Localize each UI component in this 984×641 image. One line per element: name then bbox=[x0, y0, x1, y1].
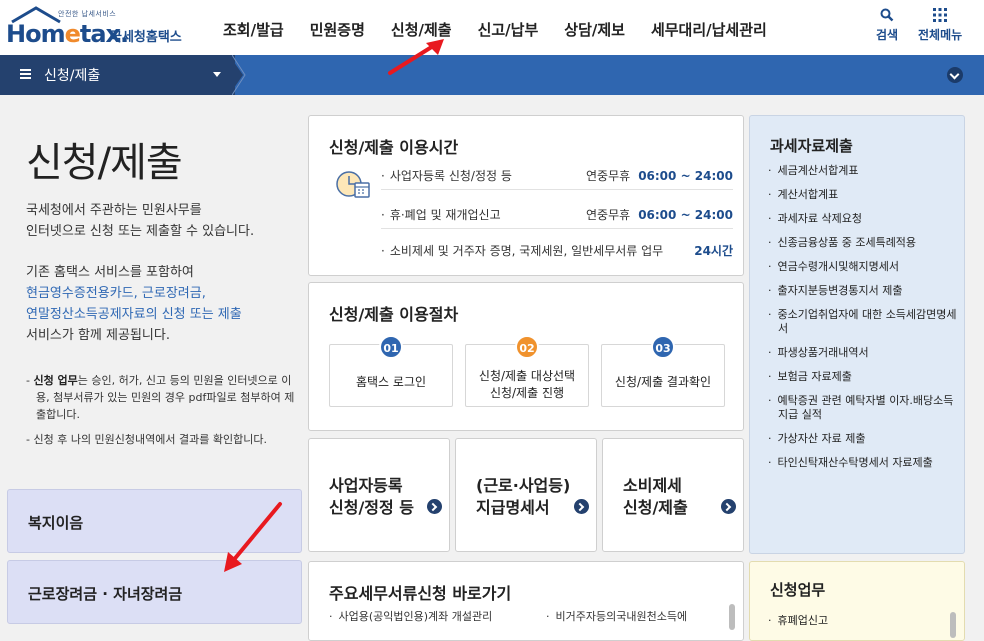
process-step-login: 01 홈택스 로그인 bbox=[329, 335, 453, 407]
list-item[interactable]: 예탁증권 관련 예탁자별 이자.배당소득 지급 실적 bbox=[768, 394, 960, 422]
services-link-line[interactable]: 현금영수증전용카드, 근로장려금, bbox=[26, 283, 242, 304]
hours-value: 24시간 bbox=[694, 244, 733, 258]
intro-line: 인터넷으로 신청 또는 제출할 수 있습니다. bbox=[26, 224, 255, 239]
hours-value: 연중무휴 06:00 ~ 24:00 bbox=[586, 169, 733, 183]
quick-links-scrollbar[interactable] bbox=[729, 604, 735, 630]
quick-link-item[interactable]: 사업용(공익법인용)계좌 개설관리 bbox=[329, 608, 493, 624]
list-item[interactable]: 가상자산 자료 제출 bbox=[768, 432, 960, 446]
incentive-link-label: 근로장려금 · 자녀장려금 bbox=[28, 585, 183, 603]
service-consumption-tax[interactable]: 소비제세 신청/제출 bbox=[602, 438, 744, 552]
search-button[interactable]: 검색 bbox=[876, 8, 898, 43]
search-icon bbox=[880, 8, 894, 22]
list-item[interactable]: 보험금 자료제출 bbox=[768, 370, 960, 384]
step-number: 01 bbox=[379, 335, 403, 359]
gnb-item-lookup[interactable]: 조회/발급 bbox=[210, 0, 297, 55]
list-item[interactable]: 연금수령개시및해지명세서 bbox=[768, 260, 960, 274]
step-label: 신청/제출 대상선택 신청/제출 진행 bbox=[478, 369, 576, 400]
process-step-result: 03 신청/제출 결과확인 bbox=[601, 335, 725, 407]
list-item[interactable]: 휴폐업신고 bbox=[768, 612, 829, 628]
list-item[interactable]: 과세자료 삭제요청 bbox=[768, 212, 960, 226]
caret-down-icon bbox=[213, 72, 221, 77]
global-nav: 조회/발급 민원증명 신청/제출 신고/납부 상담/제보 세무대리/납세관리 bbox=[210, 0, 780, 55]
expand-nav-button[interactable] bbox=[947, 67, 963, 83]
hours-label: 휴·폐업 및 재개업신고 bbox=[381, 206, 501, 223]
service-business-registration[interactable]: 사업자등록 신청/정정 등 bbox=[308, 438, 450, 552]
red-arrow-annotation bbox=[388, 39, 444, 75]
service-label: 소비제세 신청/제출 bbox=[623, 476, 688, 517]
tax-data-submission-panel: 과세자료제출 세금계산서합계표 계산서합계표 과세자료 삭제요청 신종금융상품 … bbox=[749, 115, 965, 554]
quick-links-title: 주요세무서류신청 바로가기 bbox=[329, 584, 512, 603]
gnb-item-consult[interactable]: 상담/제보 bbox=[551, 0, 638, 55]
usage-process-title: 신청/제출 이용절차 bbox=[329, 305, 459, 324]
clock-calendar-icon bbox=[336, 171, 370, 198]
logo-korean: 국세청홈택스 bbox=[110, 30, 182, 45]
gnb-item-report-pay[interactable]: 신고/납부 bbox=[465, 0, 552, 55]
service-label: 사업자등록 신청/정정 등 bbox=[329, 476, 415, 517]
list-item[interactable]: 세금계산서합계표 bbox=[768, 164, 960, 178]
hours-row: 휴·폐업 및 재개업신고 연중무휴06:00 ~ 24:00 bbox=[381, 196, 733, 229]
page-title: 신청/제출 bbox=[26, 140, 183, 186]
quick-link-item[interactable]: 비거주자등의국내원천소득에 bbox=[546, 608, 688, 624]
intro-paragraph: 국세청에서 주관하는 민원사무를 인터넷으로 신청 또는 제출할 수 있습니다. bbox=[26, 200, 254, 242]
hamburger-icon bbox=[20, 69, 31, 79]
gnb-item-tax-agent[interactable]: 세무대리/납세관리 bbox=[638, 0, 780, 55]
service-label: (근로·사업등) 지급명세서 bbox=[476, 476, 571, 517]
list-item[interactable]: 타인신탁재산수탁명세서 자료제출 bbox=[768, 456, 960, 470]
services-link-line[interactable]: 연말정산소득공제자료의 신청 또는 제출 bbox=[26, 304, 242, 325]
gnb-item-certificates[interactable]: 민원증명 bbox=[297, 0, 378, 55]
list-item[interactable]: 출자지분등변경통지서 제출 bbox=[768, 284, 960, 298]
step-number: 02 bbox=[515, 335, 539, 359]
apply-tasks-title: 신청업무 bbox=[770, 581, 826, 599]
quick-links-card: 주요세무서류신청 바로가기 사업용(공익법인용)계좌 개설관리 비거주자등의국내… bbox=[308, 561, 744, 641]
arrow-right-icon bbox=[574, 499, 589, 514]
arrow-right-icon bbox=[427, 499, 442, 514]
header: 안전한 납세서비스 Hometax. 국세청홈택스 조회/발급 민원증명 신청/… bbox=[0, 0, 984, 55]
usage-process-card: 신청/제출 이용절차 01 홈택스 로그인 02 신청/제출 대상선택 신청/제출… bbox=[308, 282, 744, 431]
grid-menu-icon bbox=[933, 8, 948, 22]
service-payment-statement[interactable]: (근로·사업등) 지급명세서 bbox=[455, 438, 597, 552]
hours-label: 소비제세 및 거주자 증명, 국제세원, 일반세무서류 업무 bbox=[381, 242, 663, 259]
navbar-chevron-outline bbox=[232, 55, 246, 95]
list-item[interactable]: 파생상품거래내역서 bbox=[768, 346, 960, 360]
services-line: 서비스가 함께 제공됩니다. bbox=[26, 328, 170, 343]
section-navbar: 신청/제출 bbox=[0, 55, 984, 95]
note-check-result: - 신청 후 나의 민원신청내역에서 결과를 확인합니다. bbox=[26, 433, 267, 446]
hours-label: 사업자등록 신청/정정 등 bbox=[381, 167, 512, 184]
list-item[interactable]: 계산서합계표 bbox=[768, 188, 960, 202]
all-menu-button[interactable]: 전체메뉴 bbox=[918, 8, 962, 43]
arrow-right-icon bbox=[721, 499, 736, 514]
process-step-select: 02 신청/제출 대상선택 신청/제출 진행 bbox=[465, 335, 589, 407]
red-arrow-annotation bbox=[224, 502, 282, 572]
note-apply-tasks: - 신청 업무는 승인, 허가, 신고 등의 민원을 인터넷으로 이용, 첨부서… bbox=[26, 374, 295, 421]
list-item[interactable]: 신종금융상품 중 조세특례적용 bbox=[768, 236, 960, 250]
step-label: 홈택스 로그인 bbox=[355, 375, 427, 389]
hours-row: 소비제세 및 거주자 증명, 국제세원, 일반세무서류 업무 24시간 bbox=[381, 232, 733, 265]
tax-data-submission-title: 과세자료제출 bbox=[770, 137, 853, 155]
usage-hours-card: 신청/제출 이용시간 사업자등록 신청/정정 등 연중무휴06:00 ~ 24:… bbox=[308, 115, 744, 276]
current-section-selector[interactable]: 신청/제출 bbox=[0, 55, 235, 95]
tax-data-submission-list: 세금계산서합계표 계산서합계표 과세자료 삭제요청 신종금융상품 중 조세특례적… bbox=[768, 164, 960, 480]
step-number: 03 bbox=[651, 335, 675, 359]
apply-tasks-panel: 신청업무 휴폐업신고 bbox=[749, 561, 965, 641]
services-paragraph: 기존 홈택스 서비스를 포함하여 현금영수증전용카드, 근로장려금, 연말정산소… bbox=[26, 262, 242, 346]
step-label: 신청/제출 결과확인 bbox=[614, 375, 712, 389]
services-line: 기존 홈택스 서비스를 포함하여 bbox=[26, 265, 194, 280]
current-section-label: 신청/제출 bbox=[44, 68, 101, 84]
usage-hours-title: 신청/제출 이용시간 bbox=[329, 138, 459, 157]
apply-tasks-scrollbar[interactable] bbox=[950, 612, 956, 638]
hometax-logo[interactable]: 안전한 납세서비스 Hometax. 국세청홈택스 bbox=[6, 6, 191, 48]
intro-line: 국세청에서 주관하는 민원사무를 bbox=[26, 203, 202, 218]
hours-row: 사업자등록 신청/정정 등 연중무휴06:00 ~ 24:00 bbox=[381, 157, 733, 190]
logo-tagline: 안전한 납세서비스 bbox=[58, 10, 117, 18]
welfare-link-label: 복지이음 bbox=[28, 514, 84, 532]
list-item[interactable]: 중소기업취업자에 대한 소득세감면명세서 bbox=[768, 308, 960, 336]
hours-value: 연중무휴 06:00 ~ 24:00 bbox=[586, 208, 733, 222]
